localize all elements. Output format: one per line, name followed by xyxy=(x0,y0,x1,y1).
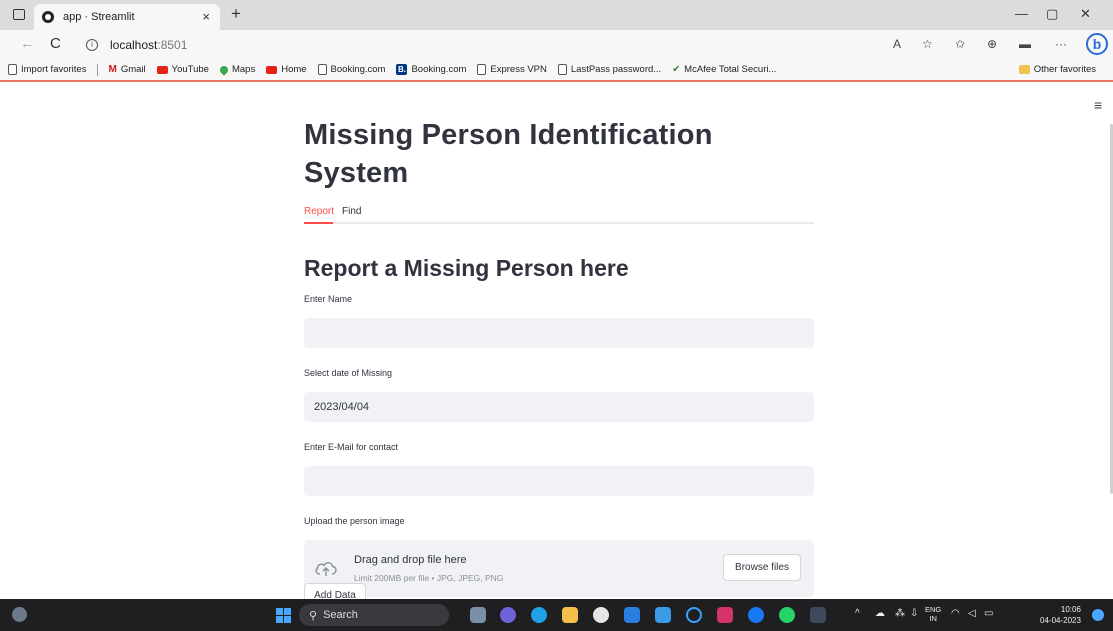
tab-actions-icon[interactable] xyxy=(13,9,25,20)
dropzone-limit-text: Limit 200MB per file • JPG, JPEG, PNG xyxy=(354,573,504,583)
clock[interactable]: 10:06 04-04-2023 xyxy=(1040,604,1081,626)
email-label: Enter E-Mail for contact xyxy=(304,442,399,452)
tab-close-icon[interactable]: × xyxy=(202,9,210,24)
gmail-icon: M xyxy=(108,64,117,75)
url-field[interactable]: i localhost:8501 xyxy=(80,34,880,55)
tray-apps-icon[interactable]: ⁂ xyxy=(895,608,905,619)
folder-icon xyxy=(1018,65,1030,74)
whatsapp-icon[interactable] xyxy=(779,607,795,623)
show-hidden-icons-icon[interactable]: ^ xyxy=(855,608,860,619)
other-favorites[interactable]: Other favorites xyxy=(1018,64,1096,75)
more-tools-icon[interactable]: ··· xyxy=(1055,37,1067,51)
email-input[interactable] xyxy=(304,466,814,496)
favorites-icon[interactable]: ✩ xyxy=(955,37,965,51)
dropzone-text: Drag and drop file here xyxy=(354,554,467,566)
section-title: Report a Missing Person here xyxy=(304,255,629,281)
taskbar-search[interactable]: ⚲ Search xyxy=(299,604,449,626)
tab-title: app · Streamlit xyxy=(63,11,135,23)
mail-icon[interactable] xyxy=(624,607,640,623)
teams-icon[interactable] xyxy=(500,607,516,623)
page-icon xyxy=(477,64,487,75)
tray-usb-icon[interactable]: ⇩ xyxy=(910,608,918,619)
read-aloud-icon[interactable]: A xyxy=(893,37,901,51)
store-icon[interactable] xyxy=(655,607,671,623)
favorite-import[interactable]: Import favorites xyxy=(8,64,86,75)
restore-icon[interactable]: ▢ xyxy=(1046,6,1058,22)
favorite-mcafee[interactable]: ✔ McAfee Total Securi... xyxy=(672,64,776,75)
mcafee-icon: ✔ xyxy=(672,64,681,75)
favorite-expressvpn[interactable]: Express VPN xyxy=(477,64,547,75)
notification-icon[interactable] xyxy=(1092,609,1104,621)
date-label: Select date of Missing xyxy=(304,368,393,378)
weather-widget-icon[interactable] xyxy=(12,607,27,622)
url-port: :8501 xyxy=(157,37,188,52)
browse-files-button[interactable]: Browse files xyxy=(723,554,801,581)
back-icon[interactable]: ← xyxy=(20,35,35,52)
taskbar: ⚲ Search ^ ☁ ⁂ ⇩ ENG IN ◠ ◁ ▭ 10:06 04-0… xyxy=(0,599,1113,631)
url-host: localhost xyxy=(110,37,158,52)
facebook-icon[interactable] xyxy=(748,607,764,623)
window-close-icon[interactable]: ✕ xyxy=(1080,6,1091,22)
tab-find[interactable]: Find xyxy=(342,206,361,222)
file-dropzone[interactable]: Drag and drop file here Limit 200MB per … xyxy=(304,540,814,597)
name-input[interactable] xyxy=(304,318,814,348)
favorites-divider xyxy=(97,63,99,76)
date-input[interactable]: 2023/04/04 xyxy=(304,392,814,422)
maps-icon xyxy=(218,63,230,76)
active-tab-indicator xyxy=(304,222,333,224)
favorite-booking-2[interactable]: B. Booking.com xyxy=(396,64,466,75)
cortana-icon[interactable] xyxy=(686,607,702,623)
terminal-icon[interactable] xyxy=(810,607,826,623)
favorite-lastpass[interactable]: LastPass password... xyxy=(557,64,661,75)
streamlit-favicon-icon xyxy=(42,11,54,23)
address-bar-row: ← C i localhost:8501 A ☆ ✩ ⊕ ▬ ··· b xyxy=(0,30,1113,59)
favorite-gmail[interactable]: M Gmail xyxy=(108,64,145,75)
favorite-booking-1[interactable]: Booking.com xyxy=(317,64,385,75)
browser-tab-strip: app · Streamlit × + — ▢ ✕ xyxy=(0,0,1113,30)
clock-time: 10:06 xyxy=(1060,605,1081,614)
import-icon xyxy=(8,64,17,75)
battery-icon[interactable]: ▭ xyxy=(984,608,993,619)
extension-icon[interactable]: ▬ xyxy=(1019,37,1031,51)
wifi-icon[interactable]: ◠ xyxy=(951,608,960,619)
start-icon[interactable] xyxy=(276,608,291,623)
file-explorer-icon[interactable] xyxy=(562,607,578,623)
youtube-icon xyxy=(156,65,168,74)
tray-cloud-icon[interactable]: ☁ xyxy=(875,608,885,619)
main-content: Missing Person Identification System Rep… xyxy=(304,100,814,607)
language-indicator[interactable]: ENG IN xyxy=(925,605,941,623)
tab-report[interactable]: Report xyxy=(304,206,334,222)
taskbar-search-label: Search xyxy=(323,609,358,621)
favorite-home[interactable]: Home xyxy=(266,64,307,75)
collections-icon[interactable]: ⊕ xyxy=(987,37,997,51)
main-menu-icon[interactable]: ≡ xyxy=(1094,97,1102,113)
add-favorite-icon[interactable]: ☆ xyxy=(922,37,933,51)
search-icon: ⚲ xyxy=(309,609,318,622)
browser-tab[interactable]: app · Streamlit × xyxy=(34,4,220,30)
favorite-youtube[interactable]: YouTube xyxy=(156,64,209,75)
clock-date: 04-04-2023 xyxy=(1040,616,1081,625)
youtube-icon xyxy=(266,65,278,74)
volume-icon[interactable]: ◁ xyxy=(968,608,976,619)
page-title: Missing Person Identification System xyxy=(304,119,713,189)
new-tab-button[interactable]: + xyxy=(231,4,241,24)
booking-icon: B. xyxy=(396,64,408,75)
favorites-bar: Import favorites M Gmail YouTube Maps Hom… xyxy=(0,59,1113,82)
reload-icon[interactable]: C xyxy=(50,35,61,52)
upload-label: Upload the person image xyxy=(304,516,405,526)
tab-bar: Report Find xyxy=(304,206,814,224)
name-label: Enter Name xyxy=(304,294,353,304)
minimize-icon[interactable]: — xyxy=(1015,6,1028,21)
page-icon xyxy=(557,64,567,75)
page-icon xyxy=(317,64,327,75)
site-info-icon[interactable]: i xyxy=(86,38,98,51)
task-view-icon[interactable] xyxy=(470,607,486,623)
bing-chat-icon[interactable]: b xyxy=(1086,33,1108,55)
chrome-icon[interactable] xyxy=(593,607,609,623)
edge-icon[interactable] xyxy=(531,607,547,623)
cloud-upload-icon xyxy=(315,562,337,576)
instagram-icon[interactable] xyxy=(717,607,733,623)
favorite-maps[interactable]: Maps xyxy=(218,63,255,76)
